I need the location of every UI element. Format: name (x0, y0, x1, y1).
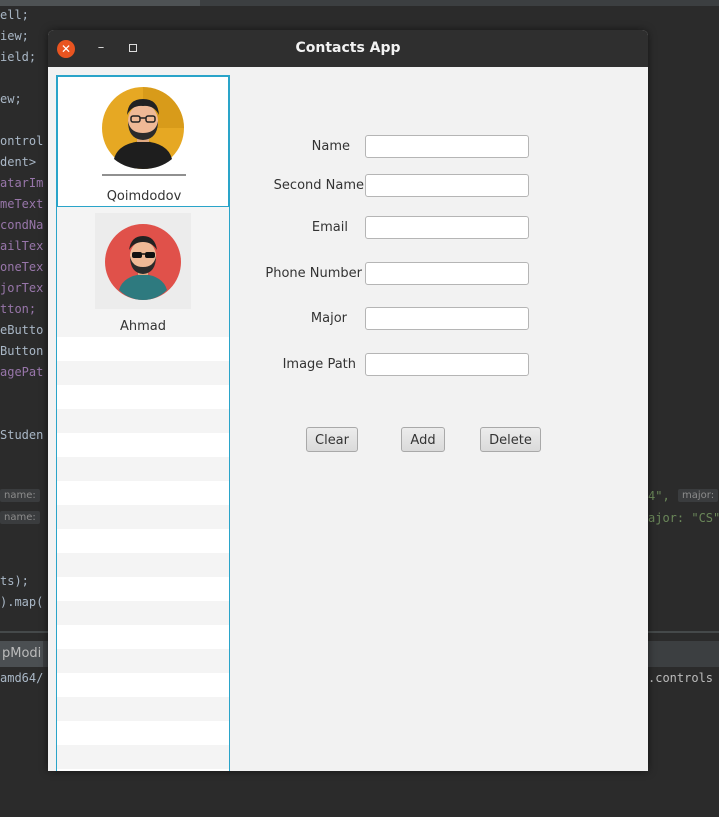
titlebar: ✕ – Contacts App (48, 30, 648, 67)
ide-code-line: amd64/ (0, 671, 44, 685)
ide-code-line: meText (0, 197, 44, 211)
second-name-label: Second Name (273, 178, 364, 193)
ide-hint-chip: name: (0, 511, 40, 524)
email-input[interactable] (365, 216, 529, 239)
ide-code-line: dent> (0, 155, 37, 169)
window-title: Contacts App (295, 40, 401, 56)
ide-code-line: atarIm (0, 176, 44, 190)
empty-list-cell (57, 601, 229, 625)
ide-code-line: Button (0, 344, 44, 358)
empty-list-cell (57, 673, 229, 697)
add-button[interactable]: Add (401, 427, 445, 452)
ide-code-line: ontrol (0, 134, 44, 148)
ide-code-line: ell; (0, 8, 29, 22)
delete-button[interactable]: Delete (480, 427, 541, 452)
ide-code-line: jorTex (0, 281, 44, 295)
ide-code-line: agePat (0, 365, 44, 379)
ide-code-line: tton; (0, 302, 37, 316)
ide-code-line: ts); (0, 574, 29, 588)
clear-button[interactable]: Clear (306, 427, 358, 452)
ide-run-tab[interactable]: pModi (0, 641, 44, 667)
phone-number-input[interactable] (365, 262, 529, 285)
empty-list-cell (57, 457, 229, 481)
ide-code-line: eButto (0, 323, 44, 337)
ide-code-line: oneTex (0, 260, 44, 274)
empty-list-cell (57, 361, 229, 385)
bearded-man-sunglasses-avatar (105, 224, 181, 300)
empty-list-cell (57, 649, 229, 673)
contact-name: Qoimdodov (106, 189, 182, 204)
bearded-man-glasses-avatar (102, 87, 186, 176)
ide-topbar-highlight (0, 0, 200, 6)
image-path-label: Image Path (282, 357, 356, 372)
ide-code-line: iew; (0, 29, 29, 43)
contact-item-ahmad[interactable]: Ahmad (57, 207, 229, 337)
ide-code-line: condNa (0, 218, 44, 232)
phone-number-label: Phone Number (265, 266, 362, 281)
ide-code-line: ).map( (0, 595, 44, 609)
empty-list-cell (57, 385, 229, 409)
ide-code-right: 4", (648, 489, 670, 503)
ide-code-right: ajor: "CS", (648, 511, 719, 525)
image-path-input[interactable] (365, 353, 529, 376)
empty-list-cell (57, 625, 229, 649)
empty-list-cell (57, 529, 229, 553)
contacts-app-window: ✕ – Contacts App Qoimdodov Ahmad Name Se… (48, 30, 648, 771)
empty-list-cell (57, 697, 229, 721)
empty-list-cell (57, 577, 229, 601)
ide-code-line: ailTex (0, 239, 44, 253)
empty-list-cell (57, 481, 229, 505)
contact-item-qoimdodov[interactable]: Qoimdodov (57, 76, 229, 207)
empty-list-cell (57, 553, 229, 577)
major-label: Major (310, 311, 347, 326)
empty-list-cell (57, 409, 229, 433)
email-label: Email (311, 220, 348, 235)
empty-list-cell (57, 337, 229, 361)
contacts-list[interactable]: Qoimdodov Ahmad (56, 75, 230, 771)
empty-list-cell (57, 745, 229, 769)
ide-code-line: Studen (0, 428, 44, 442)
empty-list-cell (57, 505, 229, 529)
name-label: Name (311, 139, 350, 154)
ide-hint-chip: name: (0, 489, 40, 502)
contact-name: Ahmad (119, 319, 166, 334)
major-input[interactable] (365, 307, 529, 330)
ide-code-line: ield; (0, 50, 37, 64)
empty-list-cell (57, 433, 229, 457)
empty-list-cell (57, 769, 229, 771)
ide-console-text: .controls (648, 671, 714, 685)
ide-topbar (0, 0, 719, 6)
second-name-input[interactable] (365, 174, 529, 197)
ide-code-line: ew; (0, 92, 22, 106)
name-input[interactable] (365, 135, 529, 158)
empty-list-cell (57, 721, 229, 745)
ide-hint-chip: major: (678, 489, 719, 502)
